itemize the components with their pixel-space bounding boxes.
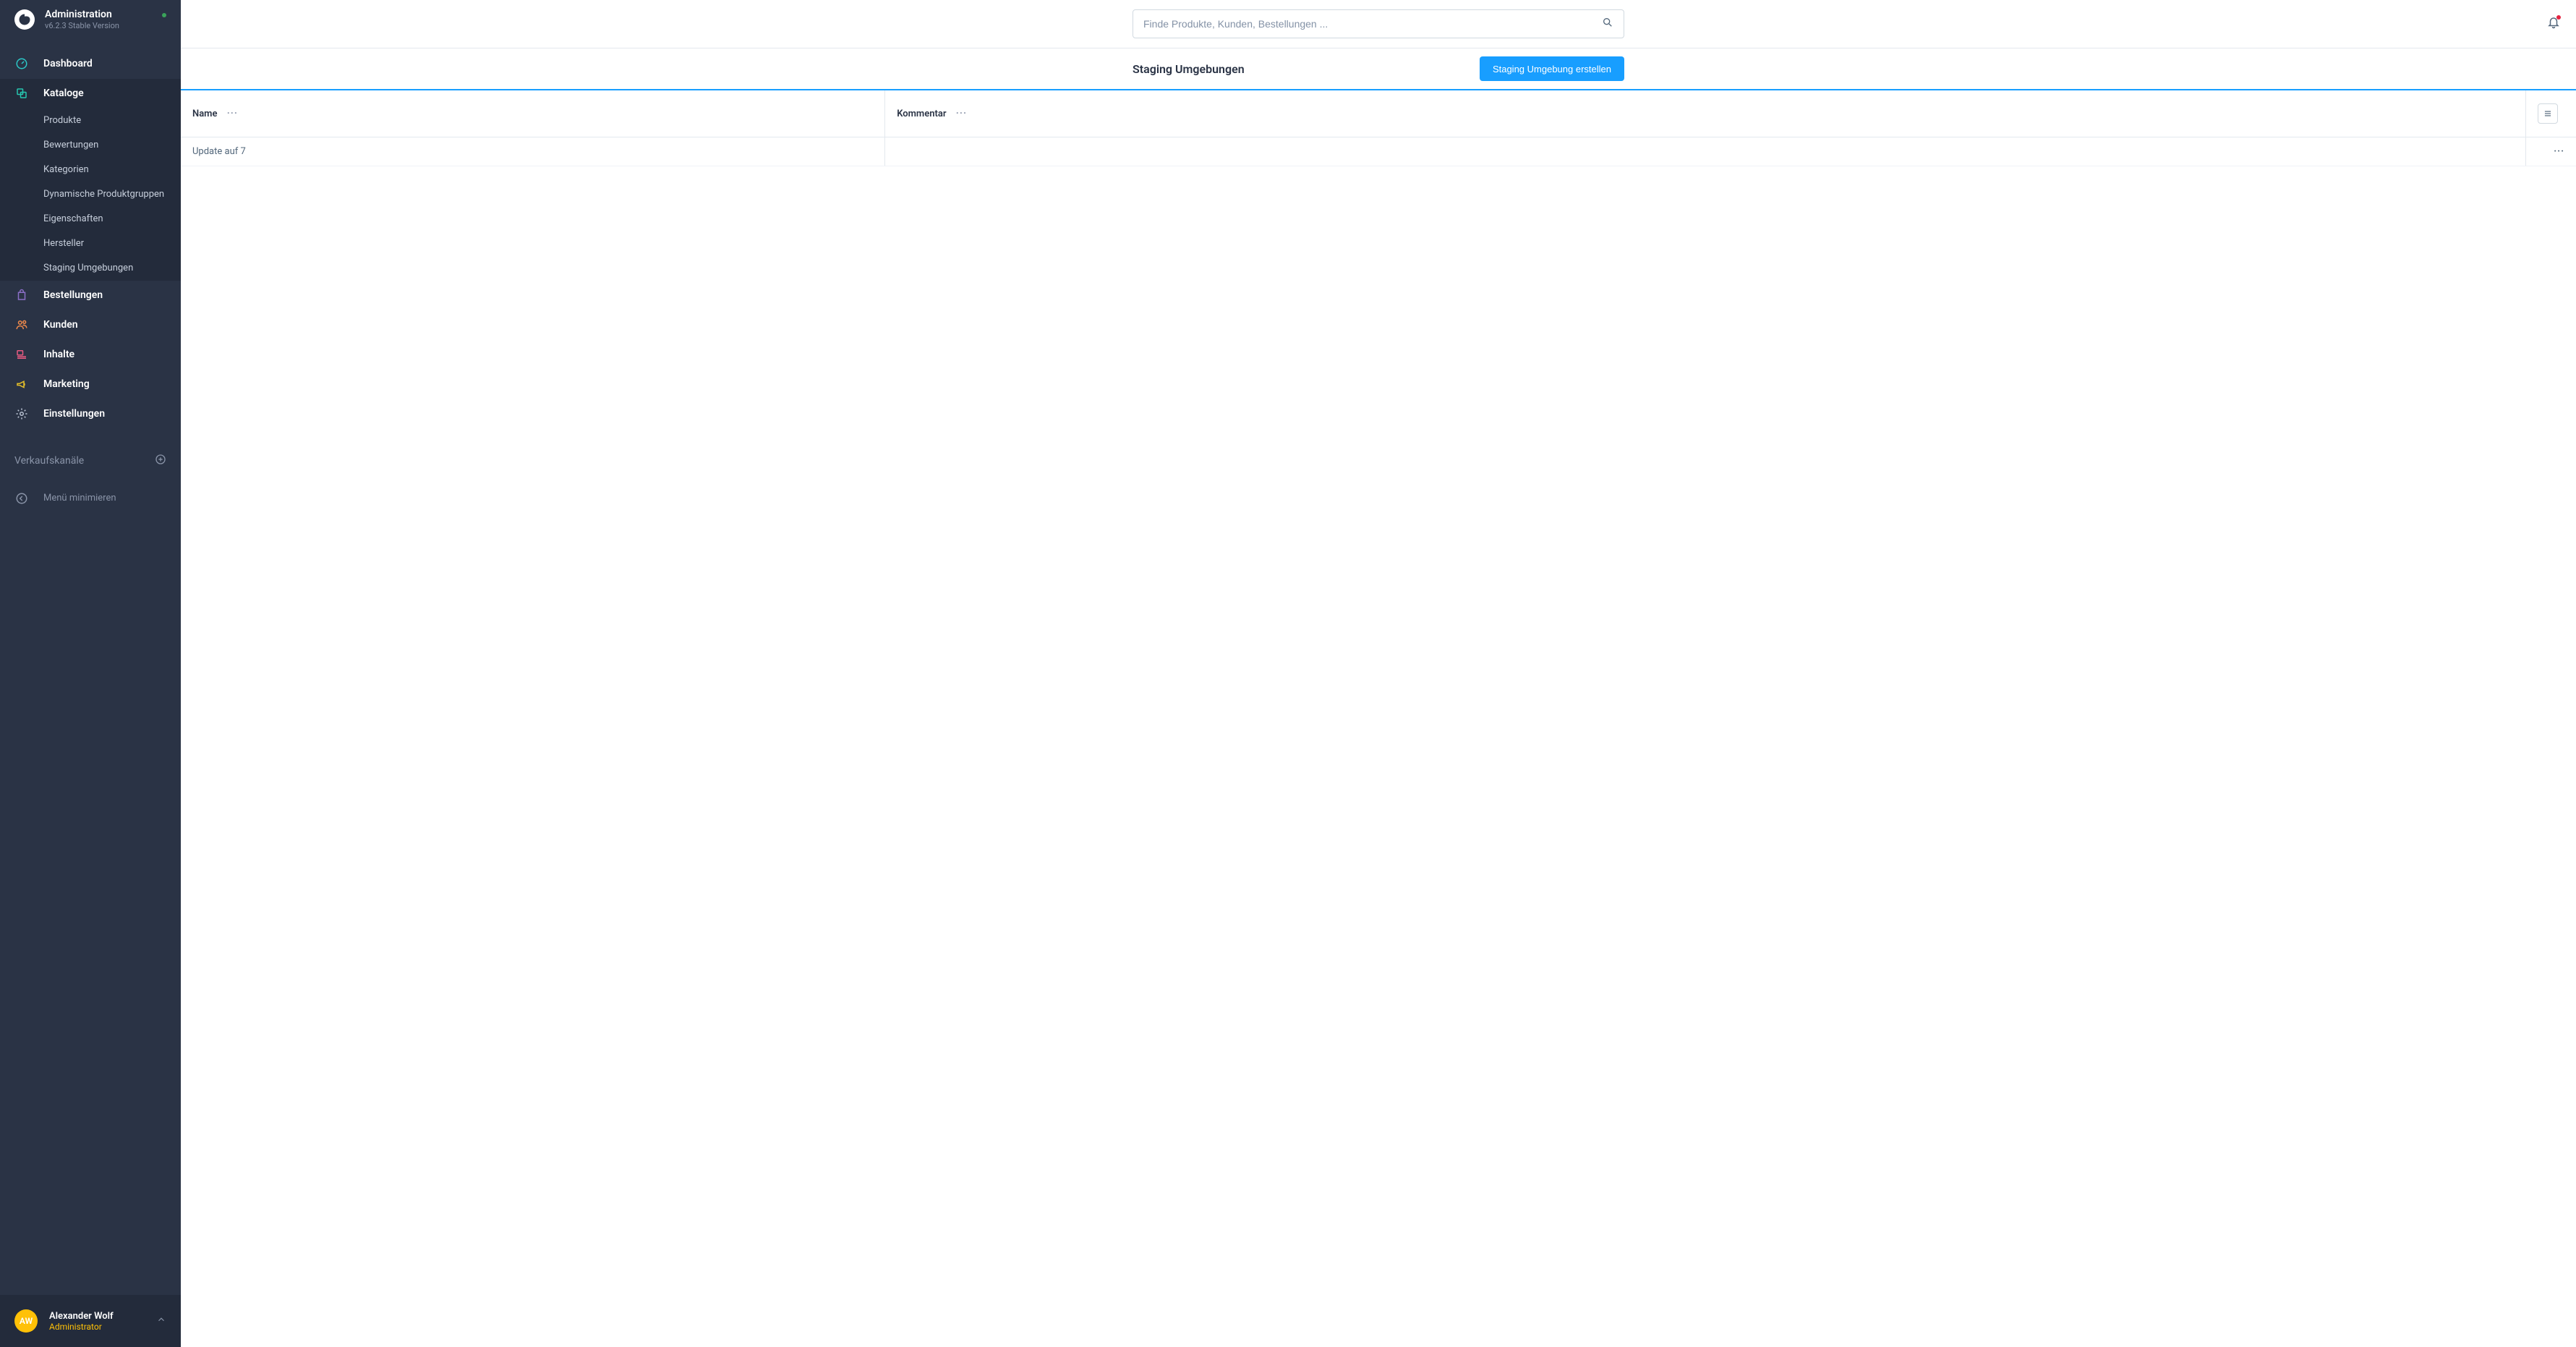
copy-icon bbox=[14, 86, 29, 101]
table-row[interactable]: Update auf 7 ··· bbox=[181, 137, 2576, 166]
column-settings bbox=[2525, 90, 2576, 137]
nav-marketing[interactable]: Marketing bbox=[0, 370, 181, 399]
nav-settings[interactable]: Einstellungen bbox=[0, 399, 181, 429]
chevron-left-circle-icon bbox=[14, 491, 29, 506]
sales-channels-section: Verkaufskanäle bbox=[0, 446, 181, 475]
gauge-icon bbox=[14, 56, 29, 71]
status-indicator bbox=[162, 13, 166, 17]
nav-customers[interactable]: Kunden bbox=[0, 310, 181, 340]
bag-icon bbox=[14, 288, 29, 302]
nav-label: Inhalte bbox=[43, 349, 74, 360]
users-icon bbox=[14, 318, 29, 332]
minimize-label: Menü minimieren bbox=[43, 493, 116, 503]
logo-icon bbox=[14, 9, 35, 30]
subnav-properties[interactable]: Eigenschaften bbox=[0, 207, 181, 231]
main-nav: Dashboard Kataloge Produkte Bewertungen … bbox=[0, 36, 181, 1295]
main-content: Staging Umgebungen Staging Umgebung erst… bbox=[181, 0, 2576, 1347]
subnav-reviews[interactable]: Bewertungen bbox=[0, 133, 181, 158]
table-area: Name ··· Kommentar ··· bbox=[181, 90, 2576, 1347]
catalog-subnav: Produkte Bewertungen Kategorien Dynamisc… bbox=[0, 109, 181, 281]
chevron-up-icon bbox=[156, 1314, 166, 1327]
subnav-products[interactable]: Produkte bbox=[0, 109, 181, 133]
user-role: Administrator bbox=[49, 1322, 114, 1332]
page-header: Staging Umgebungen Staging Umgebung erst… bbox=[181, 48, 2576, 90]
nav-label: Einstellungen bbox=[43, 408, 105, 420]
subnav-manufacturers[interactable]: Hersteller bbox=[0, 231, 181, 256]
subnav-staging[interactable]: Staging Umgebungen bbox=[0, 256, 181, 281]
plus-circle-icon bbox=[155, 454, 166, 465]
staging-table: Name ··· Kommentar ··· bbox=[181, 90, 2576, 166]
column-header-name[interactable]: Name ··· bbox=[181, 90, 885, 137]
sidebar-header: Administration v6.2.3 Stable Version bbox=[0, 0, 181, 36]
gear-icon bbox=[14, 407, 29, 421]
avatar: AW bbox=[14, 1309, 38, 1333]
search-input[interactable] bbox=[1143, 18, 1602, 30]
search-icon bbox=[1602, 17, 1613, 31]
megaphone-icon bbox=[14, 377, 29, 391]
user-name: Alexander Wolf bbox=[49, 1311, 114, 1322]
topbar bbox=[181, 0, 2576, 48]
nav-orders[interactable]: Bestellungen bbox=[0, 281, 181, 310]
subnav-dynamic-groups[interactable]: Dynamische Produktgruppen bbox=[0, 182, 181, 207]
nav-content[interactable]: Inhalte bbox=[0, 340, 181, 370]
subnav-categories[interactable]: Kategorien bbox=[0, 158, 181, 182]
page-title: Staging Umgebungen bbox=[1133, 62, 1245, 76]
user-menu[interactable]: AW Alexander Wolf Administrator bbox=[0, 1295, 181, 1347]
column-header-comment[interactable]: Kommentar ··· bbox=[885, 90, 2525, 137]
notifications-button[interactable] bbox=[2547, 16, 2560, 32]
column-menu-icon[interactable]: ··· bbox=[227, 108, 238, 119]
table-header-row: Name ··· Kommentar ··· bbox=[181, 90, 2576, 137]
notification-dot bbox=[2556, 15, 2561, 20]
create-staging-button[interactable]: Staging Umgebung erstellen bbox=[1480, 56, 1624, 81]
table-settings-button[interactable] bbox=[2538, 103, 2558, 124]
search-box[interactable] bbox=[1133, 9, 1624, 38]
nav-label: Bestellungen bbox=[43, 289, 103, 301]
cell-comment bbox=[885, 137, 2525, 166]
nav-label: Kunden bbox=[43, 319, 78, 331]
sales-channels-label: Verkaufskanäle bbox=[14, 455, 84, 467]
layout-icon bbox=[14, 347, 29, 362]
add-sales-channel-button[interactable] bbox=[155, 454, 166, 468]
cell-name: Update auf 7 bbox=[181, 137, 885, 166]
app-title: Administration bbox=[45, 9, 119, 21]
nav-label: Kataloge bbox=[43, 88, 84, 99]
row-actions-button[interactable]: ··· bbox=[2525, 137, 2576, 166]
minimize-menu-button[interactable]: Menü minimieren bbox=[0, 484, 181, 513]
sidebar: Administration v6.2.3 Stable Version Das… bbox=[0, 0, 181, 1347]
app-version: v6.2.3 Stable Version bbox=[45, 21, 119, 30]
list-icon bbox=[2543, 109, 2553, 119]
nav-label: Dashboard bbox=[43, 58, 93, 69]
nav-catalogs[interactable]: Kataloge bbox=[0, 79, 181, 109]
column-menu-icon[interactable]: ··· bbox=[956, 108, 967, 119]
nav-dashboard[interactable]: Dashboard bbox=[0, 49, 181, 79]
nav-label: Marketing bbox=[43, 378, 90, 390]
